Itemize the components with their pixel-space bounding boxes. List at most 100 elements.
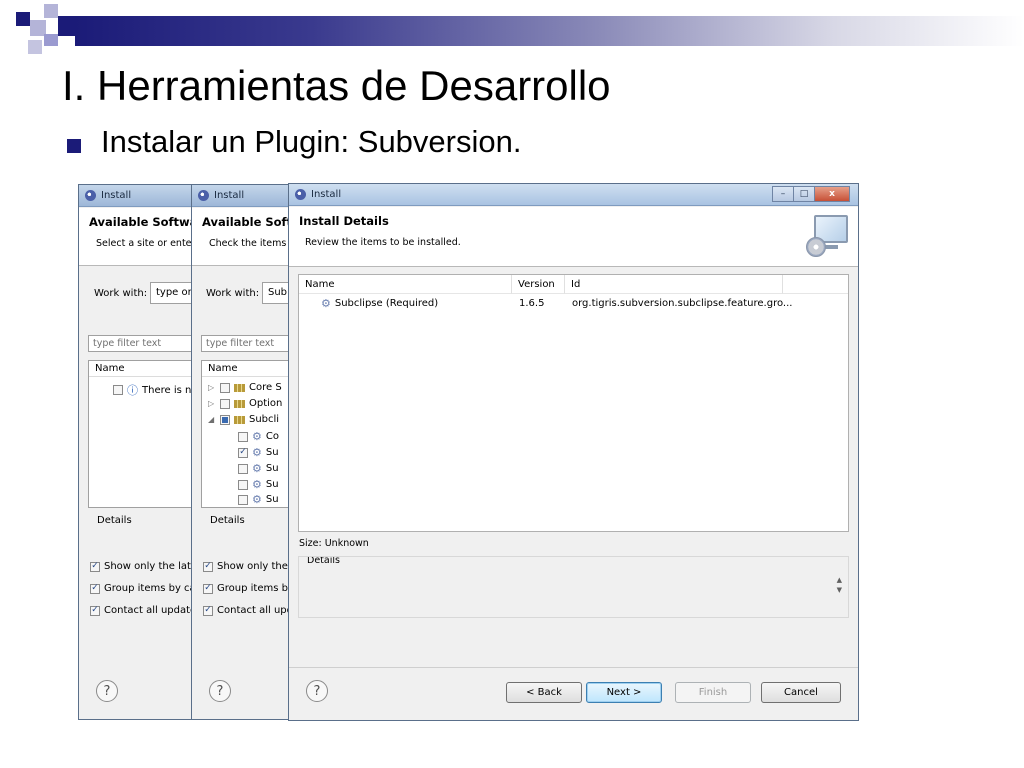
tree-item-label: Co <box>265 431 279 442</box>
option-label: Contact all update <box>104 605 197 616</box>
expand-arrow-icon[interactable]: ▷ <box>208 399 216 408</box>
column-header-filler <box>783 275 848 294</box>
help-icon[interactable]: ? <box>209 680 231 702</box>
tree-item-label: Core S <box>249 382 282 393</box>
install-window-back: Install Available Softwa Select a site o… <box>78 184 203 720</box>
table-row-name[interactable]: ⚙ Subclipse (Required) <box>321 297 438 310</box>
item-id: org.tigris.subversion.subclipse.feature.… <box>572 298 793 309</box>
wizard-header: Available Softwa Select a site or enter <box>79 208 202 266</box>
tree-row-feature[interactable]: ⚙ Su <box>238 462 279 475</box>
tree-row-category[interactable]: ◢ Subcli <box>208 414 279 425</box>
tree-column-name[interactable]: Name <box>89 361 202 377</box>
checkbox-checked[interactable]: ✓ <box>203 561 213 572</box>
title-gradient-bar <box>75 16 1024 46</box>
tree-item-label: Su <box>265 494 279 505</box>
checkbox-checked[interactable]: ✓ <box>203 583 213 594</box>
tree-row-feature[interactable]: ⚙ Su <box>238 493 279 506</box>
minimize-button[interactable]: – <box>772 186 794 202</box>
tree-item-label: Su <box>265 463 279 474</box>
option-show-latest[interactable]: ✓ Show only the l <box>203 561 294 572</box>
window-title: Install <box>101 190 132 201</box>
checkbox[interactable] <box>113 385 123 395</box>
option-show-latest[interactable]: ✓ Show only the late <box>90 561 197 572</box>
install-items-table[interactable]: Name Version Id ⚙ Subclipse (Required) 1… <box>298 274 849 532</box>
category-icon <box>234 415 245 424</box>
tree-item-label: Subcli <box>249 414 280 425</box>
eclipse-icon <box>295 189 306 200</box>
window-title-bar[interactable]: Install <box>192 185 297 207</box>
feature-icon: ⚙ <box>252 478 262 491</box>
collapse-arrow-icon[interactable]: ◢ <box>208 415 216 424</box>
checkbox-checked[interactable]: ✓ <box>90 561 100 572</box>
work-with-label: Work with: <box>206 288 260 299</box>
option-contact-sites[interactable]: ✓ Contact all update <box>90 605 196 616</box>
column-header-id[interactable]: Id <box>565 275 783 294</box>
checkbox[interactable] <box>238 479 248 490</box>
tree-item-label: Su <box>265 447 279 458</box>
checkbox-checked[interactable]: ✓ <box>90 583 100 594</box>
software-tree[interactable]: Name ▷ Core S ▷ Option ◢ Subcli ⚙ Co ✓ ⚙ <box>201 360 297 508</box>
install-window-middle: Install Available Soft Check the items W… <box>191 184 298 720</box>
category-icon <box>234 383 245 392</box>
item-name: Subclipse (Required) <box>334 298 439 309</box>
tree-row-feature[interactable]: ⚙ Co <box>238 430 279 443</box>
install-monitor-icon <box>804 213 850 259</box>
wizard-title: Available Soft <box>202 215 293 229</box>
column-header-name[interactable]: Name <box>299 275 512 294</box>
decor-square-light <box>28 40 42 54</box>
feature-icon: ⚙ <box>321 297 331 310</box>
wizard-subtitle: Select a site or enter <box>96 238 196 249</box>
option-group-items[interactable]: ✓ Group items by <box>203 583 294 594</box>
eclipse-icon <box>85 190 96 201</box>
option-contact-sites[interactable]: ✓ Contact all upd <box>203 605 293 616</box>
feature-icon: ⚙ <box>252 446 262 459</box>
finish-button[interactable]: Finish <box>675 682 751 703</box>
option-label: Show only the l <box>217 561 294 572</box>
checkbox[interactable] <box>220 398 230 409</box>
checkbox[interactable] <box>238 431 248 442</box>
column-header-version[interactable]: Version <box>512 275 565 294</box>
checkbox-partial[interactable] <box>220 414 230 425</box>
help-icon[interactable]: ? <box>306 680 328 702</box>
help-icon[interactable]: ? <box>96 680 118 702</box>
tree-row[interactable]: ⓘ There is n <box>113 382 191 398</box>
tree-row-category[interactable]: ▷ Core S <box>208 382 282 393</box>
tree-column-name[interactable]: Name <box>202 361 297 377</box>
wizard-subtitle: Review the items to be installed. <box>305 237 461 248</box>
option-group-items[interactable]: ✓ Group items by cat <box>90 583 200 594</box>
feature-icon: ⚙ <box>252 462 262 475</box>
window-title-bar[interactable]: Install – □ x <box>289 184 858 206</box>
cancel-button[interactable]: Cancel <box>761 682 841 703</box>
option-label: Group items by cat <box>104 583 200 594</box>
decor-square-light <box>44 34 58 46</box>
tree-row-feature[interactable]: ⚙ Su <box>238 478 279 491</box>
tree-row-feature[interactable]: ✓ ⚙ Su <box>238 446 279 459</box>
wizard-header: Available Soft Check the items <box>192 208 297 266</box>
window-title-bar[interactable]: Install <box>79 185 202 207</box>
checkbox-checked[interactable]: ✓ <box>90 605 100 616</box>
size-label: Size: Unknown <box>299 538 369 549</box>
item-version: 1.6.5 <box>519 298 545 309</box>
checkbox-checked[interactable]: ✓ <box>203 605 213 616</box>
maximize-button[interactable]: □ <box>793 186 815 202</box>
option-label: Group items by <box>217 583 294 594</box>
tree-row-category[interactable]: ▷ Option <box>208 398 282 409</box>
next-button[interactable]: Next > <box>586 682 662 703</box>
details-panel[interactable]: Details ▲ ▼ <box>298 556 849 618</box>
checkbox[interactable] <box>238 463 248 474</box>
decor-square-light <box>44 4 58 18</box>
back-button[interactable]: < Back <box>506 682 582 703</box>
filter-input[interactable]: type filter text <box>88 335 202 352</box>
tree-item-label: Su <box>265 479 279 490</box>
filter-input[interactable]: type filter text <box>201 335 297 352</box>
close-button[interactable]: x <box>814 186 850 202</box>
checkbox[interactable] <box>220 382 230 393</box>
details-label: Details <box>97 515 132 526</box>
software-tree[interactable]: Name ⓘ There is n <box>88 360 202 508</box>
expand-arrow-icon[interactable]: ▷ <box>208 383 216 392</box>
checkbox-checked[interactable]: ✓ <box>238 447 248 458</box>
slide-title: I. Herramientas de Desarrollo <box>62 62 611 109</box>
checkbox[interactable] <box>238 494 248 505</box>
scroll-arrows-icon[interactable]: ▲ ▼ <box>837 575 842 595</box>
work-with-label: Work with: <box>94 288 148 299</box>
